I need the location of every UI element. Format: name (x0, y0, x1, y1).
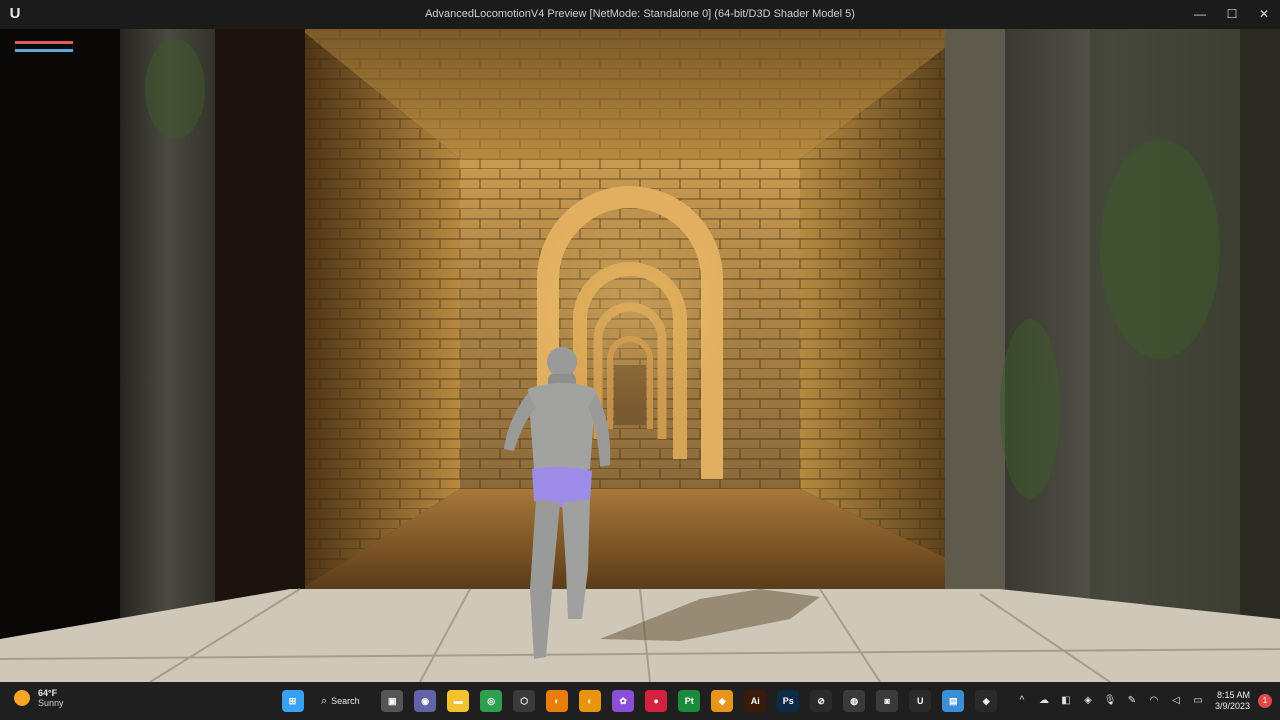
unity-icon[interactable]: ⬡ (513, 690, 536, 712)
player-status-bars (15, 41, 73, 57)
compass-app-icon[interactable]: ⊘ (810, 690, 833, 712)
blender-icon[interactable]: ◐ (546, 690, 569, 712)
pen-icon[interactable]: ✎ (1125, 694, 1139, 708)
dungeon-scene (0, 29, 1280, 682)
minimize-button[interactable]: — (1184, 0, 1216, 29)
tray-chevron-icon[interactable]: ^ (1015, 694, 1029, 708)
weather-widget[interactable]: 64°F Sunny (14, 688, 64, 708)
obs-icon[interactable]: ✿ (612, 690, 635, 712)
search-icon: ⌕ (321, 694, 328, 707)
sun-icon (14, 690, 30, 706)
weather-temperature: 64°F (38, 688, 58, 698)
notepad-icon[interactable]: ▤ (942, 690, 965, 712)
box-app-icon[interactable]: ◆ (711, 690, 734, 712)
camera-app-icon[interactable]: ◙ (876, 690, 899, 712)
unreal-icon[interactable]: U (909, 690, 932, 712)
search-button[interactable]: ⌕ Search (315, 689, 370, 713)
windows-taskbar: 64°F Sunny ⊞ ⌕ Search ▣ ◉ ▬ ◎ ⬡ ◐ ◐ ✿ ● Pt ◆ Ai Ps ⊘ ◍ ◙ U ▤… (0, 682, 1280, 720)
record-icon[interactable]: ● (645, 690, 668, 712)
blender-2-icon[interactable]: ◐ (579, 690, 602, 712)
discord-icon[interactable]: ◈ (975, 690, 998, 712)
window-title-bar: U AdvancedLocomotionV4 Preview [NetMode:… (0, 0, 1280, 29)
app-tray-icon[interactable]: ◧ (1059, 694, 1073, 708)
taskbar-apps: ⊞ ⌕ Search ▣ ◉ ▬ ◎ ⬡ ◐ ◐ ✿ ● Pt ◆ Ai Ps ⊘ ◍ ◙ U ▤ ◈ (276, 687, 1003, 715)
maximize-button[interactable]: ☐ (1216, 0, 1248, 29)
cloud-icon[interactable]: ☁ (1037, 694, 1051, 708)
window-title: AdvancedLocomotionV4 Preview [NetMode: S… (425, 8, 855, 20)
volume-icon[interactable]: ◁ (1169, 694, 1183, 708)
teams-icon[interactable]: ◉ (414, 690, 437, 712)
close-button[interactable]: ✕ (1248, 0, 1280, 29)
game-viewport[interactable] (0, 29, 1280, 682)
stamina-bar (15, 49, 73, 52)
system-tray: ^ ☁ ◧ ◈ 🎙︎ ✎ ◠ ◁ ▭ 8:15 AM 3/9/2023 1 (1011, 687, 1280, 715)
clock[interactable]: 8:15 AM 3/9/2023 (1215, 690, 1250, 712)
start-icon[interactable]: ⊞ (281, 690, 304, 712)
task-view-icon[interactable]: ▣ (381, 690, 404, 712)
microphone-icon[interactable]: 🎙︎ (1103, 694, 1117, 708)
battery-icon[interactable]: ▭ (1191, 694, 1205, 708)
clock-time: 8:15 AM (1216, 690, 1250, 700)
pycharm-icon[interactable]: Pt (678, 690, 701, 712)
chrome-icon[interactable]: ◎ (480, 690, 503, 712)
illustrator-icon[interactable]: Ai (744, 690, 767, 712)
window-controls: — ☐ ✕ (1184, 0, 1280, 29)
davinci-icon[interactable]: ◍ (843, 690, 866, 712)
clock-date: 3/9/2023 (1214, 701, 1250, 711)
file-explorer-icon[interactable]: ▬ (447, 690, 470, 712)
weather-condition: Sunny (38, 698, 64, 708)
photoshop-icon[interactable]: Ps (777, 690, 800, 712)
health-bar (15, 41, 73, 44)
search-label: Search (331, 696, 360, 706)
shield-icon[interactable]: ◈ (1081, 694, 1095, 708)
wifi-icon[interactable]: ◠ (1147, 694, 1161, 708)
notification-badge[interactable]: 1 (1258, 694, 1272, 708)
